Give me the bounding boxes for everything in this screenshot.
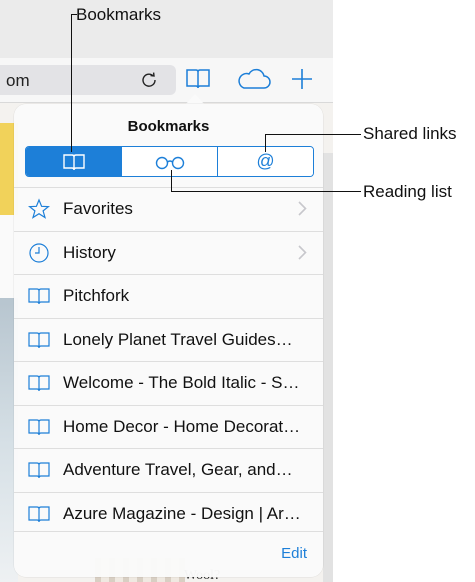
cloud-tabs-icon[interactable]	[236, 68, 272, 90]
book-icon	[27, 415, 51, 439]
list-item-bookmark[interactable]: Azure Magazine - Design | Ar…	[14, 491, 323, 536]
list-item-bookmark[interactable]: Welcome - The Bold Italic - S…	[14, 361, 323, 405]
list-item-bookmark[interactable]: Adventure Travel, Gear, and…	[14, 448, 323, 492]
address-bar[interactable]: om	[0, 65, 176, 95]
browser-toolbar: om	[0, 58, 333, 103]
list-item-history[interactable]: History	[14, 230, 323, 275]
callout-line-reading-list-rise	[171, 170, 172, 192]
callout-line-shared-links-drop	[265, 134, 266, 152]
chevron-right-icon	[298, 244, 307, 260]
chevron-right-icon	[298, 201, 307, 216]
new-tab-icon[interactable]	[290, 67, 314, 91]
list-item-label: Lonely Planet Travel Guides…	[63, 329, 293, 349]
page-edge	[323, 153, 333, 582]
reload-icon[interactable]	[140, 71, 158, 89]
list-item-label: History	[63, 242, 116, 262]
address-text: om	[6, 71, 30, 90]
book-icon	[27, 458, 51, 482]
callout-line-bookmarks-tick	[71, 14, 77, 15]
list-item-label: Favorites	[63, 199, 133, 219]
star-icon	[27, 197, 51, 221]
bookmarks-popover: Bookmarks @ Favorites History Pitchfork …	[14, 104, 323, 577]
tab-reading-list[interactable]	[121, 147, 217, 176]
list-item-label: Adventure Travel, Gear, and…	[63, 460, 293, 480]
list-item-bookmark[interactable]: Home Decor - Home Decorat…	[14, 404, 323, 449]
list-item-label: Welcome - The Bold Italic - S…	[63, 373, 300, 393]
bookmarks-list: Favorites History Pitchfork Lonely Plane…	[14, 187, 323, 535]
callout-line-bookmarks	[71, 14, 72, 152]
glasses-icon	[155, 156, 184, 169]
popover-footer: Edit	[14, 531, 323, 577]
book-icon	[27, 328, 51, 352]
list-item-label: Home Decor - Home Decorat…	[63, 416, 301, 436]
list-item-favorites[interactable]: Favorites	[14, 187, 323, 231]
clock-icon	[27, 241, 51, 265]
callout-line-shared-links	[265, 134, 361, 135]
book-icon	[27, 284, 51, 308]
list-item-bookmark[interactable]: Pitchfork	[14, 274, 323, 318]
at-sign-icon: @	[256, 151, 275, 171]
list-item-bookmark[interactable]: Lonely Planet Travel Guides…	[14, 317, 323, 362]
list-item-label: Azure Magazine - Design | Ar…	[63, 503, 301, 523]
callout-line-reading-list	[171, 191, 361, 192]
callout-shared-links: Shared links	[363, 124, 457, 143]
callout-bookmarks: Bookmarks	[76, 5, 162, 24]
book-icon	[27, 371, 51, 395]
edit-button[interactable]: Edit	[281, 545, 307, 562]
popover-title: Bookmarks	[127, 118, 210, 135]
bookmarks-segmented-control: @	[25, 146, 314, 177]
list-item-label: Pitchfork	[63, 286, 130, 306]
bookmarks-toolbar-icon[interactable]	[185, 66, 211, 92]
book-icon	[62, 153, 85, 170]
book-icon	[27, 502, 51, 526]
tab-bookmarks[interactable]	[26, 147, 121, 176]
callout-reading-list: Reading list	[363, 182, 452, 201]
